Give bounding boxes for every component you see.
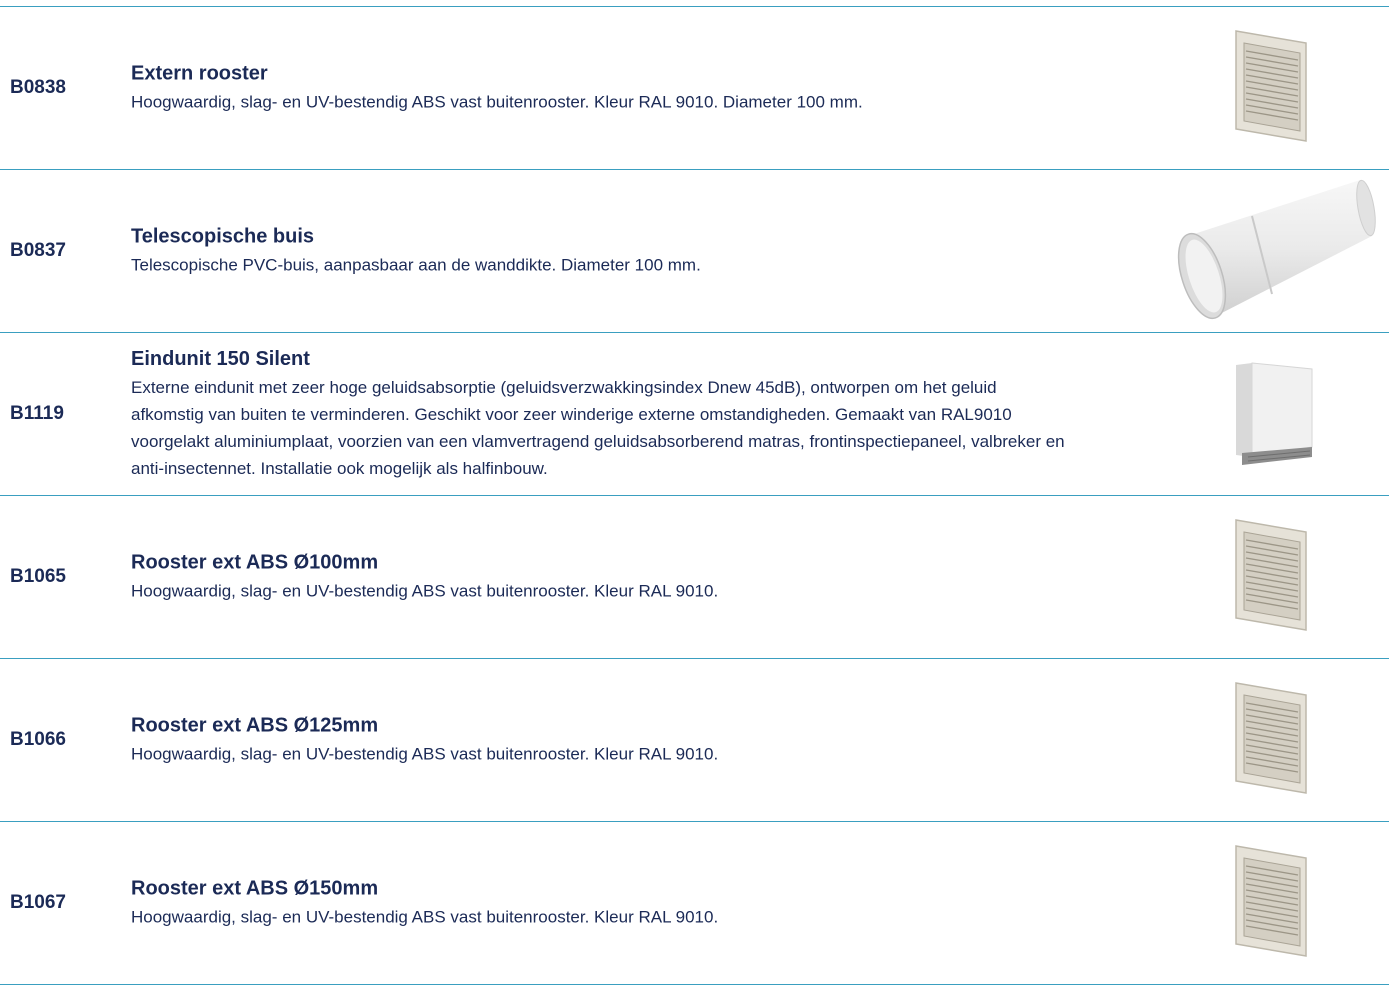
product-code: B0838 bbox=[10, 77, 66, 98]
grille-icon bbox=[1235, 30, 1307, 142]
product-content: Rooster ext ABS Ø100mm Hoogwaardig, slag… bbox=[131, 550, 1071, 605]
product-code: B0837 bbox=[10, 240, 66, 261]
product-code: B1119 bbox=[10, 403, 64, 424]
product-description: Hoogwaardig, slag- en UV-bestendig ABS v… bbox=[131, 92, 863, 112]
product-title: Rooster ext ABS Ø100mm bbox=[131, 551, 379, 574]
product-row: B1066 Rooster ext ABS Ø125mm Hoogwaardig… bbox=[0, 659, 1389, 822]
product-row: B0838 Extern rooster Hoogwaardig, slag- … bbox=[0, 7, 1389, 170]
product-code: B1065 bbox=[10, 566, 66, 587]
product-row: B1065 Rooster ext ABS Ø100mm Hoogwaardig… bbox=[0, 496, 1389, 659]
product-description: Telescopische PVC-buis, aanpasbaar aan d… bbox=[131, 255, 701, 275]
product-code: B1067 bbox=[10, 892, 66, 913]
grille-icon bbox=[1235, 845, 1307, 957]
product-content: Telescopische buis Telescopische PVC-bui… bbox=[131, 224, 1071, 279]
product-content: Rooster ext ABS Ø125mm Hoogwaardig, slag… bbox=[131, 713, 1071, 768]
product-title: Telescopische buis bbox=[131, 225, 315, 248]
grille-icon bbox=[1235, 519, 1307, 631]
hood-icon bbox=[1236, 362, 1313, 465]
product-content: Extern rooster Hoogwaardig, slag- en UV-… bbox=[131, 61, 1071, 116]
product-row: B1119 Eindunit 150 Silent Externe eindun… bbox=[0, 333, 1389, 496]
product-description: Hoogwaardig, slag- en UV-bestendig ABS v… bbox=[131, 744, 719, 764]
product-description: Hoogwaardig, slag- en UV-bestendig ABS v… bbox=[131, 907, 719, 927]
product-content: Eindunit 150 Silent Externe eindunit met… bbox=[131, 346, 1071, 482]
product-row: B1067 Rooster ext ABS Ø150mm Hoogwaardig… bbox=[0, 822, 1389, 985]
product-title: Rooster ext ABS Ø150mm bbox=[131, 877, 379, 900]
grille-icon bbox=[1235, 682, 1307, 794]
product-list: B0838 Extern rooster Hoogwaardig, slag- … bbox=[0, 6, 1389, 985]
product-row: B0837 Telescopische buis Telescopische P… bbox=[0, 170, 1389, 333]
product-description: Hoogwaardig, slag- en UV-bestendig ABS v… bbox=[131, 581, 719, 601]
pipe-icon bbox=[1177, 179, 1376, 320]
product-code: B1066 bbox=[10, 729, 66, 750]
product-title: Eindunit 150 Silent bbox=[131, 348, 310, 370]
product-title: Rooster ext ABS Ø125mm bbox=[131, 714, 379, 737]
product-title: Extern rooster bbox=[131, 62, 268, 85]
product-content: Rooster ext ABS Ø150mm Hoogwaardig, slag… bbox=[131, 876, 1071, 931]
product-description: Externe eindunit met zeer hoge geluidsab… bbox=[131, 378, 1065, 478]
